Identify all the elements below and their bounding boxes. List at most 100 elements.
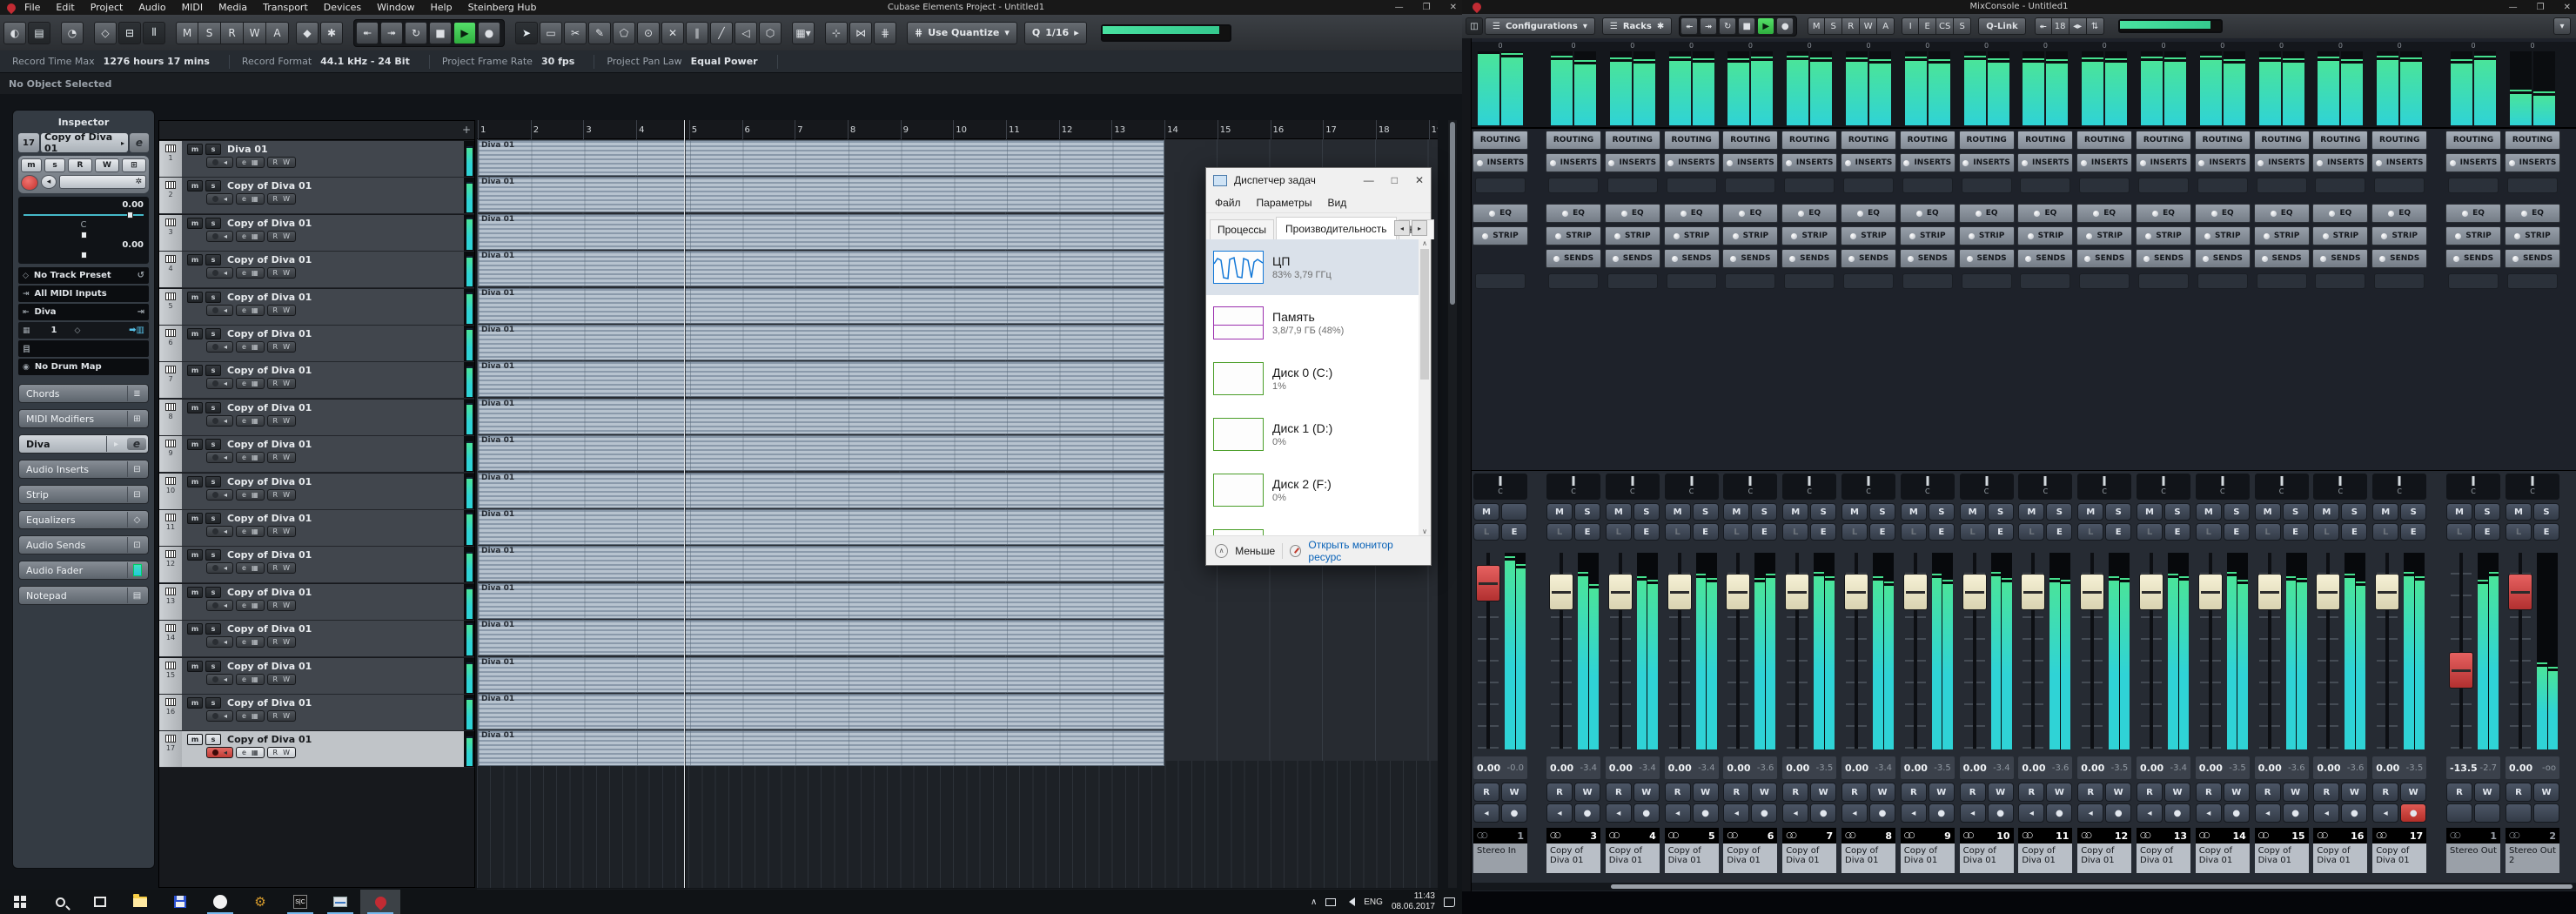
channel-edit-button[interactable]: E: [1987, 523, 2014, 541]
inspector-section-notepad[interactable]: Notepad ▤: [18, 586, 149, 605]
edit-channel-icon[interactable]: e: [242, 675, 246, 683]
write-icon[interactable]: W: [283, 638, 290, 646]
rack-bypass-dot[interactable]: [1562, 210, 1569, 217]
rack-cell-routing[interactable]: ROUTING: [2253, 131, 2310, 150]
fader-cap[interactable]: [2021, 574, 2046, 610]
edit-channel-icon[interactable]: e: [242, 306, 246, 314]
track-edit-buttons[interactable]: e ▦: [236, 452, 265, 464]
rack-cell-inserts[interactable]: INSERTS: [1781, 153, 1838, 172]
track-row[interactable]: 5 m s Copy of Diva 01 ◂ e ▦ R W: [159, 288, 474, 326]
section-edit-button[interactable]: e: [127, 438, 146, 450]
delay-slider[interactable]: [23, 252, 144, 259]
track-solo-button[interactable]: s: [205, 475, 221, 487]
track-row[interactable]: 14 m s Copy of Diva 01 ◂ e ▦ R W: [159, 621, 474, 658]
rack-bypass-dot[interactable]: [1680, 210, 1687, 217]
rack-bypass-dot[interactable]: [1791, 232, 1798, 239]
channel-read-button[interactable]: R: [1959, 783, 1986, 802]
channel-updown-buttons[interactable]: ⇅: [2086, 17, 2104, 35]
rack-cell-inserts[interactable]: INSERTS: [2312, 153, 2369, 172]
rack-cell-eq[interactable]: EQ: [1663, 204, 1720, 223]
autoscroll-button[interactable]: ◆: [296, 21, 319, 44]
inspector-section-audio-fader[interactable]: Audio Fader: [18, 561, 149, 580]
rack-bypass-dot[interactable]: [1608, 159, 1615, 166]
write-icon[interactable]: W: [283, 343, 290, 351]
tab-scroll-right-button[interactable]: ▸: [1412, 220, 1427, 236]
record-enable-icon[interactable]: [212, 639, 218, 646]
rack-cell-strip[interactable]: STRIP: [1604, 226, 1660, 245]
track-mute-button[interactable]: m: [187, 623, 203, 635]
rack-cell-routing[interactable]: ROUTING: [2194, 131, 2251, 150]
rack-cell-inserts[interactable]: INSERTS: [2017, 153, 2074, 172]
read-icon[interactable]: R: [273, 417, 278, 425]
channel-record-button[interactable]: ●: [2164, 803, 2190, 823]
channel-edit-button[interactable]: E: [2282, 523, 2309, 541]
rack-bypass-dot[interactable]: [2317, 159, 2324, 166]
rack-cell-eq[interactable]: EQ: [1472, 204, 1528, 223]
object-select-tool[interactable]: ➤: [515, 21, 538, 44]
edit-channel-icon[interactable]: e: [242, 564, 246, 572]
rack-cell-inserts[interactable]: INSERTS: [1663, 153, 1720, 172]
rack-empty-slot[interactable]: [1843, 178, 1894, 193]
mx-stop-button[interactable]: ■: [1738, 17, 1756, 35]
rack-bypass-dot[interactable]: [1915, 210, 1922, 217]
track-solo-button[interactable]: s: [205, 180, 221, 192]
track-row[interactable]: 4 m s Copy of Diva 01 ◂ e ▦ R W: [159, 252, 474, 289]
auto-letter-R[interactable]: R: [221, 21, 244, 44]
menu-item-window[interactable]: Window: [377, 2, 414, 13]
track-edit-buttons[interactable]: e ▦: [236, 414, 265, 427]
rack-bypass-dot[interactable]: [2388, 210, 2395, 217]
channel-listen-button[interactable]: L: [2195, 523, 2222, 541]
track-automation-buttons[interactable]: RW: [266, 526, 296, 537]
channel-listen-button[interactable]: L: [2018, 523, 2045, 541]
channel-mute-button[interactable]: M: [2372, 503, 2399, 521]
rack-empty-slot[interactable]: [2374, 178, 2425, 193]
channel-record-button[interactable]: ●: [2105, 803, 2132, 823]
rack-empty-slot[interactable]: [1475, 273, 1526, 289]
channel-name[interactable]: Copy of Diva 01: [1782, 843, 1837, 873]
rack-cell-routing[interactable]: ROUTING: [2017, 131, 2074, 150]
monitor-button[interactable]: ◂: [41, 175, 57, 189]
channel-read-button[interactable]: R: [2018, 783, 2045, 802]
track-edit-buttons[interactable]: e ▦: [236, 488, 265, 501]
channel-solo-button[interactable]: S: [1928, 503, 1955, 521]
channel-edit-button[interactable]: E: [1574, 523, 1600, 541]
track-row[interactable]: 15 m s Copy of Diva 01 ◂ e ▦ R W: [159, 657, 474, 695]
pan-control[interactable]: C: [2506, 474, 2559, 500]
track-mute-button[interactable]: m: [187, 254, 203, 266]
rack-cell-eq[interactable]: EQ: [1781, 204, 1838, 223]
split-tool[interactable]: ✂: [564, 21, 587, 44]
channel-edit-button[interactable]: E: [2046, 523, 2073, 541]
track-automation-buttons[interactable]: RW: [266, 378, 296, 390]
edit-channel-icon[interactable]: e: [242, 528, 246, 535]
rack-bypass-dot[interactable]: [2462, 210, 2469, 217]
maximize-button[interactable]: ❐: [1423, 3, 1431, 12]
channel-record-button[interactable]: ●: [2341, 803, 2368, 823]
rack-cell-routing[interactable]: ROUTING: [2371, 131, 2428, 150]
inspector-section-strip[interactable]: Strip ⊟: [18, 485, 149, 504]
open-device-icon[interactable]: ▦: [252, 454, 258, 461]
auto-letter-M[interactable]: M: [176, 21, 198, 44]
menu-item-audio[interactable]: Audio: [138, 2, 165, 13]
channel-solo-button[interactable]: S: [2164, 503, 2190, 521]
read-icon[interactable]: R: [273, 195, 278, 203]
channel-listen-button[interactable]: L: [1782, 523, 1809, 541]
menu-item-media[interactable]: Media: [218, 2, 247, 13]
rack-cell-eq[interactable]: EQ: [1604, 204, 1660, 223]
menu-item-midi[interactable]: MIDI: [182, 2, 203, 13]
fader-cap[interactable]: [1726, 574, 1751, 610]
menu-item-file[interactable]: File: [24, 2, 40, 13]
rack-bypass-dot[interactable]: [2257, 159, 2264, 166]
monitor-icon[interactable]: ◂: [224, 638, 227, 646]
erase-tool[interactable]: ⬠: [613, 21, 635, 44]
channel-solo-button[interactable]: S: [1987, 503, 2014, 521]
record-enable-icon[interactable]: [212, 306, 218, 313]
mx-auto-letter-M[interactable]: M: [1808, 17, 1826, 35]
channel-mute-button[interactable]: M: [2137, 503, 2163, 521]
rack-bypass-dot[interactable]: [2086, 232, 2093, 239]
rack-bypass-dot[interactable]: [1968, 232, 1975, 239]
mx-view-letter-I[interactable]: I: [1902, 17, 1920, 35]
channel-read-button[interactable]: R: [1841, 783, 1868, 802]
edit-channel-icon[interactable]: e: [242, 491, 246, 499]
track-mute-button[interactable]: m: [187, 475, 203, 487]
channel-name[interactable]: Copy of Diva 01: [1723, 843, 1778, 873]
